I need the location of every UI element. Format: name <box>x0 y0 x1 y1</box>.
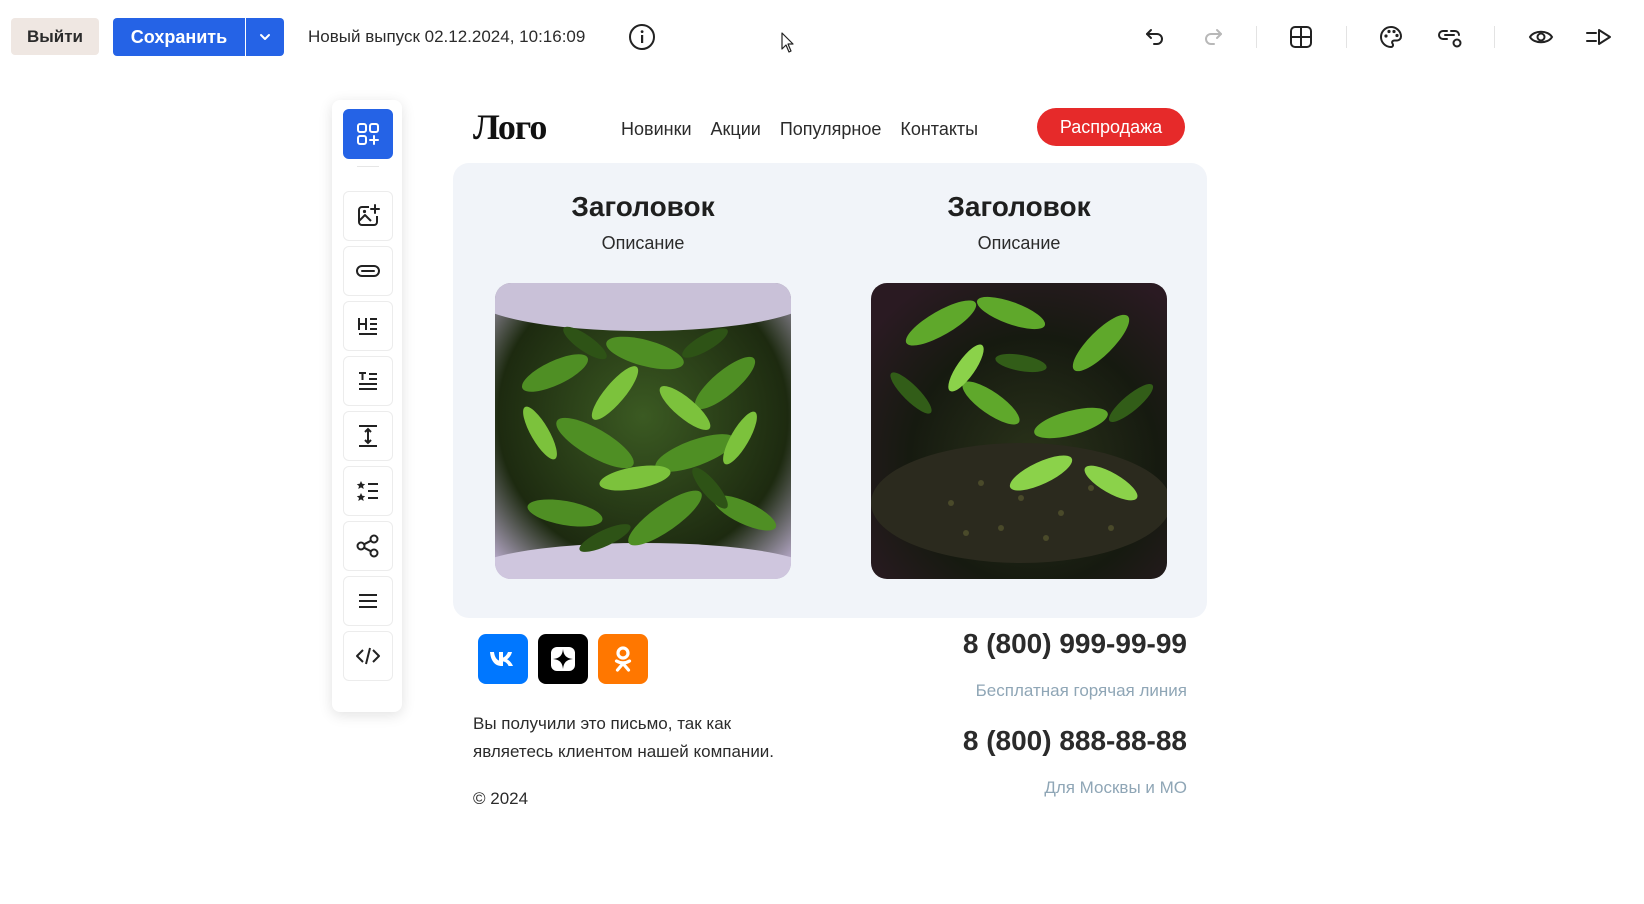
share-icon <box>356 534 379 558</box>
email-nav: Новинки Акции Популярное Контакты <box>621 119 978 140</box>
send-test-icon <box>1586 29 1611 45</box>
text-block-button[interactable] <box>343 356 393 406</box>
phone-number[interactable]: 8 (800) 999-99-99 <box>963 628 1187 660</box>
card-description: Описание <box>601 233 685 253</box>
blocks-icon <box>357 123 379 145</box>
card-title: Заголовок <box>947 191 1091 222</box>
menu-block-button[interactable] <box>343 576 393 626</box>
send-test-button[interactable] <box>1584 22 1614 52</box>
spacer-block-button[interactable] <box>343 411 393 461</box>
top-toolbar: Выйти Сохранить Новый выпуск 02.12.2024,… <box>0 0 1644 76</box>
nav-link-new[interactable]: Новинки <box>621 119 692 140</box>
card-image[interactable] <box>871 283 1167 579</box>
zen-icon <box>551 647 575 671</box>
ok-button[interactable] <box>598 634 648 684</box>
undo-icon <box>1146 29 1163 45</box>
image-block-button[interactable] <box>343 191 393 241</box>
blocks-button[interactable] <box>343 109 393 159</box>
toolbar-divider <box>1346 26 1347 48</box>
button-icon <box>356 265 380 277</box>
heading-icon <box>358 318 377 335</box>
palette-icon <box>1380 25 1403 49</box>
exit-button[interactable]: Выйти <box>11 18 99 55</box>
blocks-panel <box>332 100 402 712</box>
image-add-icon <box>358 204 380 226</box>
preview-button[interactable] <box>1526 22 1556 52</box>
phone-number[interactable]: 8 (800) 888-88-88 <box>963 725 1187 757</box>
card-title: Заголовок <box>571 191 715 222</box>
layout-button[interactable] <box>1286 22 1316 52</box>
nav-link-promotions[interactable]: Акции <box>711 119 761 140</box>
zen-button[interactable] <box>538 634 588 684</box>
redo-icon <box>1205 29 1222 45</box>
sale-button[interactable]: Распродажа <box>1037 108 1185 146</box>
heading-block-button[interactable] <box>343 301 393 351</box>
phone-note: Для Москвы и МО <box>1044 778 1187 797</box>
nav-link-popular[interactable]: Популярное <box>780 119 882 140</box>
phone-note: Бесплатная горячая линия <box>975 681 1187 700</box>
vk-button[interactable] <box>478 634 528 684</box>
nav-link-contacts[interactable]: Контакты <box>900 119 978 140</box>
code-block-button[interactable] <box>343 631 393 681</box>
vk-icon <box>490 652 513 666</box>
copyright-text: © 2024 <box>473 789 529 808</box>
unsubscribe-text: Вы получили это письмо, так как являетес… <box>473 714 775 761</box>
list-block-button[interactable] <box>343 466 393 516</box>
mouse-cursor-icon <box>781 32 794 53</box>
text-icon <box>359 372 377 390</box>
email-logo[interactable]: Лого <box>473 106 547 148</box>
cards-section[interactable]: Заголовок Описание Заголовок Описание <box>453 163 1207 618</box>
ok-icon <box>614 646 632 672</box>
chevron-down-icon <box>260 34 270 40</box>
code-icon <box>356 647 380 665</box>
spacer-icon <box>359 425 377 447</box>
toolbar-divider <box>1494 26 1495 48</box>
preview-icon <box>1528 30 1554 44</box>
button-block-button[interactable] <box>343 246 393 296</box>
list-icon <box>356 481 378 501</box>
toolbar-divider <box>1256 26 1257 48</box>
social-block-button[interactable] <box>343 521 393 571</box>
panel-divider <box>357 166 379 167</box>
tea-leaves-image <box>871 283 1167 579</box>
menu-icon <box>359 594 377 608</box>
social-icons <box>478 634 648 684</box>
save-options-button[interactable] <box>246 18 284 56</box>
redo-button[interactable] <box>1198 22 1228 52</box>
save-button[interactable]: Сохранить <box>113 18 245 56</box>
tea-leaves-image <box>495 283 791 579</box>
link-settings-icon <box>1438 30 1462 48</box>
layout-icon <box>1290 26 1312 48</box>
card-image[interactable] <box>495 283 791 579</box>
undo-button[interactable] <box>1140 22 1170 52</box>
card-description: Описание <box>977 233 1061 253</box>
issue-title: Новый выпуск 02.12.2024, 10:16:09 <box>308 27 586 46</box>
palette-button[interactable] <box>1376 22 1406 52</box>
link-settings-button[interactable] <box>1436 22 1466 52</box>
info-button[interactable] <box>627 22 657 52</box>
info-icon <box>629 24 655 50</box>
